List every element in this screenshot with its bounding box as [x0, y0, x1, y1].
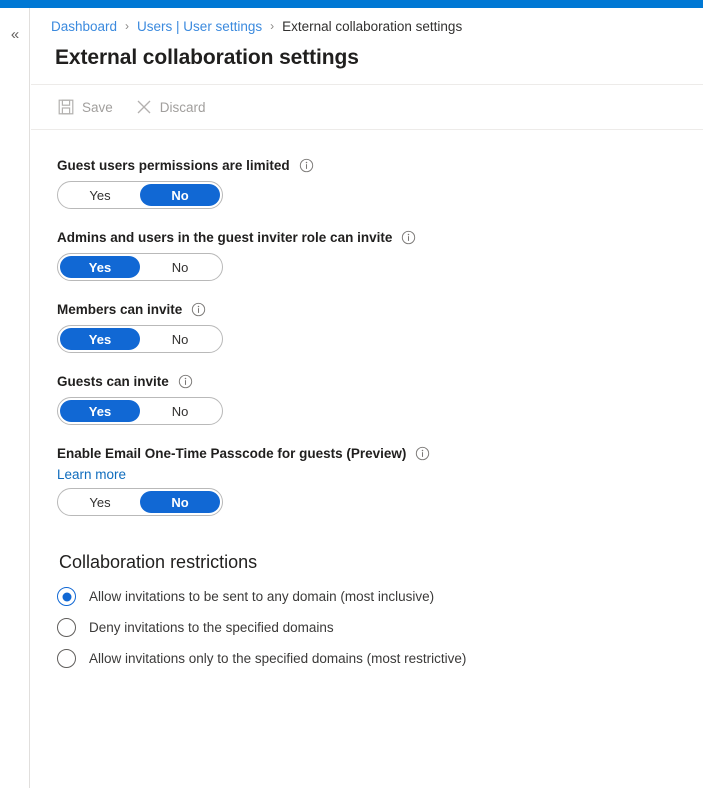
- setting-label-text: Guest users permissions are limited: [57, 158, 290, 173]
- save-floppy-icon: [57, 98, 75, 116]
- top-accent-bar: [0, 0, 703, 8]
- radio-button-icon[interactable]: [57, 587, 76, 606]
- command-bar: Save Discard: [31, 85, 703, 130]
- breadcrumb: Dashboard › Users | User settings › Exte…: [31, 8, 703, 44]
- setting-label: Guest users permissions are limited: [57, 158, 703, 173]
- radio-label: Allow invitations to be sent to any doma…: [89, 589, 434, 604]
- page-title: External collaboration settings: [55, 46, 703, 70]
- main-pane: Dashboard › Users | User settings › Exte…: [31, 8, 703, 788]
- collaboration-restrictions-radio-group: Allow invitations to be sent to any doma…: [57, 587, 703, 668]
- collapse-sidebar-button[interactable]: «: [3, 22, 27, 46]
- info-circle-icon[interactable]: [191, 302, 206, 317]
- breadcrumb-separator-icon: ›: [270, 19, 274, 33]
- setting-email-one-time-passcode: Enable Email One-Time Passcode for guest…: [57, 446, 703, 516]
- toggle-option-yes[interactable]: Yes: [60, 491, 140, 513]
- setting-label-text: Enable Email One-Time Passcode for guest…: [57, 446, 406, 461]
- toggle-guests-can-invite[interactable]: Yes No: [57, 397, 223, 425]
- radio-allow-any-domain[interactable]: Allow invitations to be sent to any doma…: [57, 587, 703, 606]
- setting-guest-users-permissions-limited: Guest users permissions are limited Yes …: [57, 158, 703, 209]
- toggle-admins-guest-inviter-can-invite[interactable]: Yes No: [57, 253, 223, 281]
- toggle-members-can-invite[interactable]: Yes No: [57, 325, 223, 353]
- setting-label: Enable Email One-Time Passcode for guest…: [57, 446, 703, 461]
- radio-label: Deny invitations to the specified domain…: [89, 620, 334, 635]
- setting-label-text: Admins and users in the guest inviter ro…: [57, 230, 392, 245]
- close-x-icon: [135, 98, 153, 116]
- info-circle-icon[interactable]: [415, 446, 430, 461]
- breadcrumb-separator-icon: ›: [125, 19, 129, 33]
- save-button-label: Save: [82, 100, 113, 115]
- toggle-option-no[interactable]: No: [140, 328, 220, 350]
- toggle-option-no[interactable]: No: [140, 491, 220, 513]
- toggle-option-yes[interactable]: Yes: [60, 256, 140, 278]
- toggle-option-no[interactable]: No: [140, 400, 220, 422]
- toggle-email-one-time-passcode[interactable]: Yes No: [57, 488, 223, 516]
- breadcrumb-item-current: External collaboration settings: [282, 19, 462, 34]
- info-circle-icon[interactable]: [299, 158, 314, 173]
- info-circle-icon[interactable]: [178, 374, 193, 389]
- settings-list: Guest users permissions are limited Yes …: [31, 130, 703, 668]
- setting-label: Admins and users in the guest inviter ro…: [57, 230, 703, 245]
- setting-members-can-invite: Members can invite Yes No: [57, 302, 703, 353]
- toggle-option-yes[interactable]: Yes: [60, 184, 140, 206]
- breadcrumb-item-dashboard[interactable]: Dashboard: [51, 19, 117, 34]
- title-area: External collaboration settings: [31, 44, 703, 85]
- toggle-guest-users-permissions-limited[interactable]: Yes No: [57, 181, 223, 209]
- info-circle-icon[interactable]: [401, 230, 416, 245]
- save-button[interactable]: Save: [57, 98, 113, 116]
- toggle-option-no[interactable]: No: [140, 184, 220, 206]
- breadcrumb-item-user-settings[interactable]: Users | User settings: [137, 19, 262, 34]
- setting-label-text: Guests can invite: [57, 374, 169, 389]
- discard-button[interactable]: Discard: [135, 98, 206, 116]
- setting-label-text: Members can invite: [57, 302, 182, 317]
- radio-button-icon[interactable]: [57, 649, 76, 668]
- setting-label: Guests can invite: [57, 374, 703, 389]
- collaboration-restrictions-heading: Collaboration restrictions: [59, 552, 703, 573]
- radio-deny-specified-domains[interactable]: Deny invitations to the specified domain…: [57, 618, 703, 637]
- setting-admins-guest-inviter-can-invite: Admins and users in the guest inviter ro…: [57, 230, 703, 281]
- setting-label: Members can invite: [57, 302, 703, 317]
- toggle-option-yes[interactable]: Yes: [60, 400, 140, 422]
- setting-guests-can-invite: Guests can invite Yes No: [57, 374, 703, 425]
- toggle-option-yes[interactable]: Yes: [60, 328, 140, 350]
- radio-label: Allow invitations only to the specified …: [89, 651, 466, 666]
- learn-more-link[interactable]: Learn more: [57, 467, 703, 482]
- toggle-option-no[interactable]: No: [140, 256, 220, 278]
- discard-button-label: Discard: [160, 100, 206, 115]
- radio-allow-only-specified-domains[interactable]: Allow invitations only to the specified …: [57, 649, 703, 668]
- radio-button-icon[interactable]: [57, 618, 76, 637]
- collapse-rail: «: [0, 8, 30, 788]
